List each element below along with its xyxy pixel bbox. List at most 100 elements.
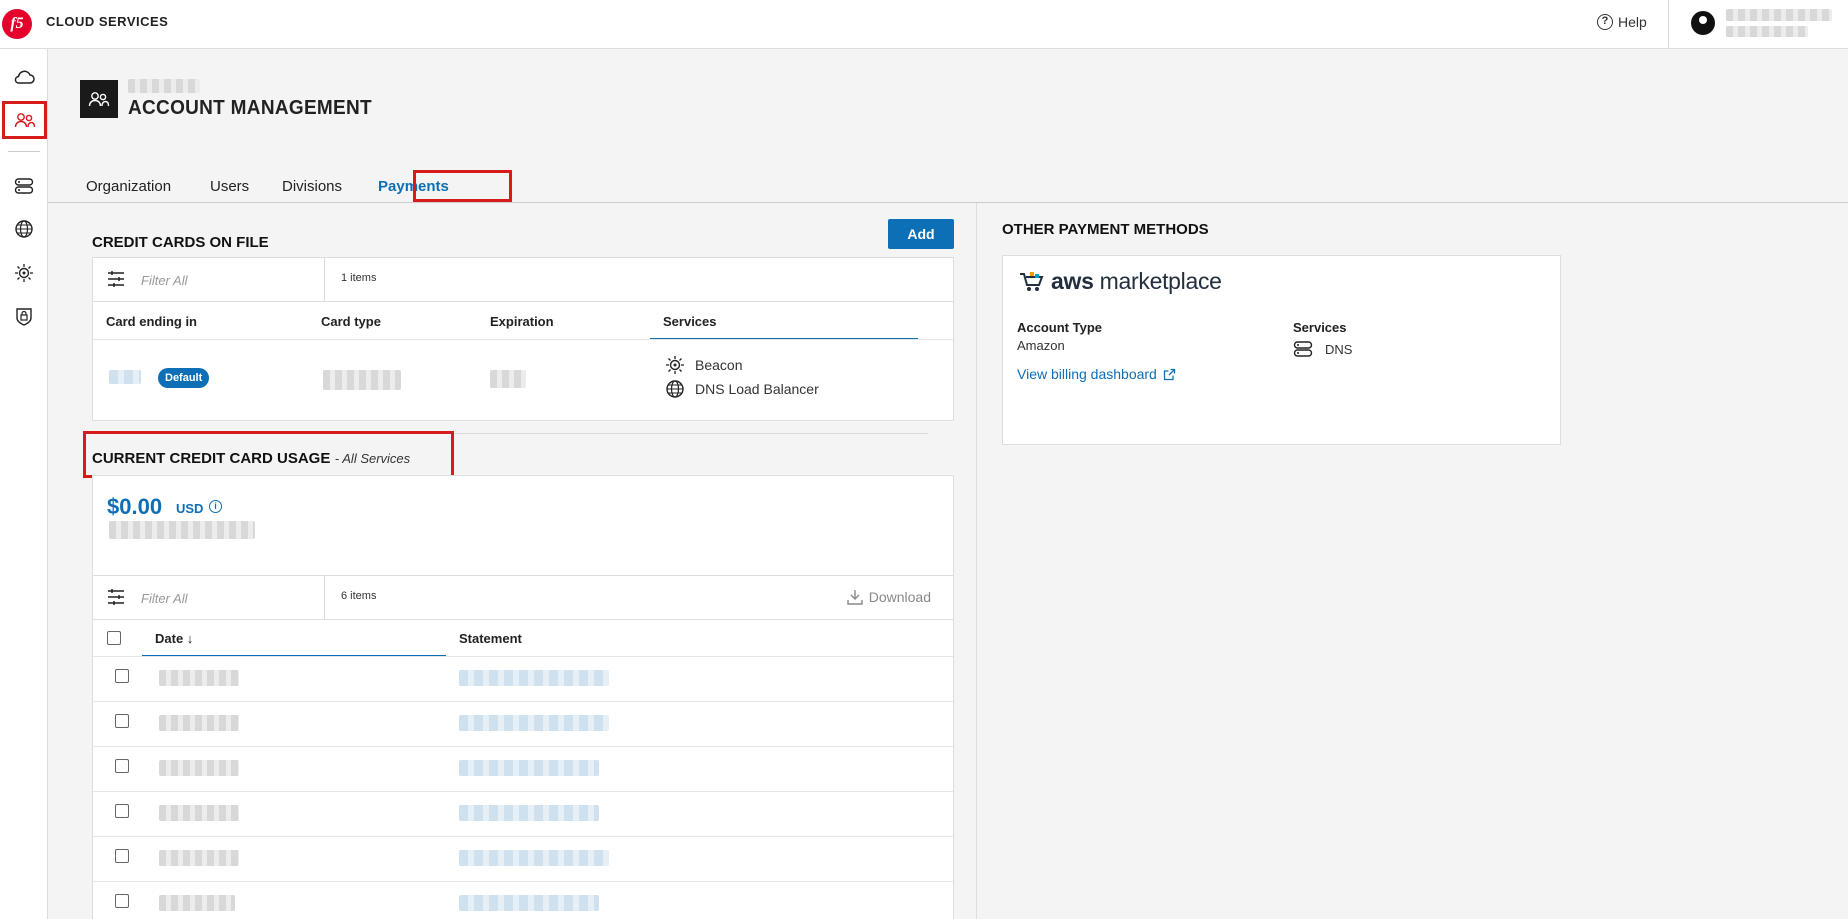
tab-bar: Organization Users Divisions Payments	[48, 170, 1848, 203]
services-value: DNS	[1325, 341, 1353, 357]
tab-users[interactable]: Users	[210, 178, 249, 195]
server-icon	[1293, 341, 1313, 357]
beacon-icon	[15, 264, 33, 282]
column-card-type[interactable]: Card type	[321, 314, 381, 329]
column-card-ending[interactable]: Card ending in	[106, 314, 197, 329]
divider	[93, 881, 953, 882]
select-all-checkbox[interactable]	[107, 631, 121, 645]
org-name-redacted	[128, 79, 200, 93]
sidebar-item-account-management[interactable]	[2, 101, 47, 139]
divider	[324, 576, 325, 620]
user-name-redacted[interactable]	[1726, 9, 1832, 21]
aws-marketplace-card: aws marketplace Account Type Amazon Serv…	[1002, 255, 1561, 445]
cloud-icon	[14, 70, 35, 84]
account-type-label: Account Type	[1017, 320, 1102, 335]
statement-redacted[interactable]	[459, 715, 609, 731]
row-checkbox[interactable]	[115, 714, 129, 728]
account-management-icon	[80, 80, 118, 118]
default-badge: Default	[158, 368, 210, 388]
sidebar-item-dns[interactable]	[4, 168, 44, 204]
row-checkbox[interactable]	[115, 669, 129, 683]
tab-organization[interactable]: Organization	[86, 178, 171, 195]
usage-currency: USD	[176, 501, 204, 516]
divider	[93, 836, 953, 837]
help-label: Help	[1618, 14, 1647, 30]
download-label: Download	[868, 589, 931, 605]
add-card-button[interactable]: Add	[888, 219, 954, 249]
row-checkbox[interactable]	[115, 849, 129, 863]
billing-period-redacted	[109, 521, 255, 539]
row-checkbox[interactable]	[115, 804, 129, 818]
server-icon	[14, 178, 34, 194]
card-number-redacted	[109, 370, 141, 384]
column-statement[interactable]: Statement	[459, 631, 522, 646]
tab-divisions[interactable]: Divisions	[282, 178, 342, 195]
divider	[976, 203, 977, 919]
service-dns: DNS	[1293, 340, 1352, 358]
billing-link-label: View billing dashboard	[1017, 366, 1157, 382]
sidebar-item-cloud[interactable]	[4, 59, 44, 95]
divider	[93, 656, 953, 657]
divider	[324, 258, 325, 302]
help-icon: ?	[1597, 14, 1613, 30]
users-icon	[14, 113, 35, 128]
filter-icon[interactable]	[106, 269, 126, 289]
credit-cards-heading: CREDIT CARDS ON FILE	[92, 234, 269, 251]
sidebar-item-security[interactable]	[4, 298, 44, 334]
tab-payments-highlight	[413, 170, 512, 202]
view-billing-dashboard-link[interactable]: View billing dashboard	[1017, 366, 1176, 382]
sidebar	[0, 49, 48, 919]
statement-redacted[interactable]	[459, 670, 609, 686]
cart-icon	[1020, 271, 1044, 291]
service-label: DNS Load Balancer	[695, 381, 819, 397]
statement-redacted[interactable]	[459, 850, 609, 866]
info-icon[interactable]: i	[209, 500, 222, 513]
statement-redacted[interactable]	[459, 760, 599, 776]
filter-icon[interactable]	[106, 587, 126, 607]
column-expiration[interactable]: Expiration	[490, 314, 554, 329]
divider	[93, 791, 953, 792]
user-org-redacted	[1726, 26, 1808, 37]
account-type-value: Amazon	[1017, 338, 1065, 353]
filter-bar: Filter All 1 items	[93, 258, 953, 302]
service-label: Beacon	[695, 357, 743, 373]
statement-redacted[interactable]	[459, 895, 599, 911]
date-redacted	[159, 670, 239, 686]
download-icon	[847, 590, 863, 605]
date-redacted	[159, 850, 239, 866]
external-link-icon	[1163, 368, 1175, 380]
items-count: 6 items	[341, 590, 377, 602]
credit-cards-table: Filter All 1 items Card ending in Card t…	[92, 257, 954, 421]
column-date[interactable]: Date ↓	[155, 631, 193, 646]
usage-panel: Filter All 6 items Download Date ↓ State…	[92, 475, 954, 919]
column-services[interactable]: Services	[663, 314, 717, 329]
row-checkbox[interactable]	[115, 894, 129, 908]
date-redacted	[159, 760, 239, 776]
items-count: 1 items	[341, 272, 377, 284]
statement-redacted[interactable]	[459, 805, 599, 821]
expiration-redacted	[490, 370, 526, 388]
date-redacted	[159, 715, 239, 731]
row-checkbox[interactable]	[115, 759, 129, 773]
usage-subheading: - All Services	[334, 451, 411, 466]
avatar-icon[interactable]	[1691, 11, 1715, 35]
f5-logo[interactable]: f5	[2, 9, 32, 39]
sidebar-divider	[8, 151, 40, 152]
service-dns-load-balancer: DNS Load Balancer	[665, 379, 819, 399]
top-bar: f5 CLOUD SERVICES ? Help	[0, 0, 1848, 49]
other-payments-heading: OTHER PAYMENT METHODS	[1002, 221, 1209, 238]
date-redacted	[159, 805, 239, 821]
sidebar-item-dns-load-balancer[interactable]	[4, 211, 44, 247]
globe-icon	[666, 380, 684, 398]
beacon-icon	[666, 356, 684, 374]
download-button[interactable]: Download	[847, 589, 931, 605]
card-type-redacted	[323, 370, 401, 390]
aws-marketplace-logo: aws marketplace	[1019, 268, 1222, 295]
filter-bar: Filter All 6 items Download	[93, 576, 953, 620]
divider	[93, 701, 953, 702]
page-title: ACCOUNT MANAGEMENT	[128, 97, 372, 120]
filter-input[interactable]: Filter All	[141, 273, 187, 288]
help-button[interactable]: ? Help	[1597, 14, 1647, 30]
sidebar-item-beacon[interactable]	[4, 255, 44, 291]
filter-input[interactable]: Filter All	[141, 591, 187, 606]
